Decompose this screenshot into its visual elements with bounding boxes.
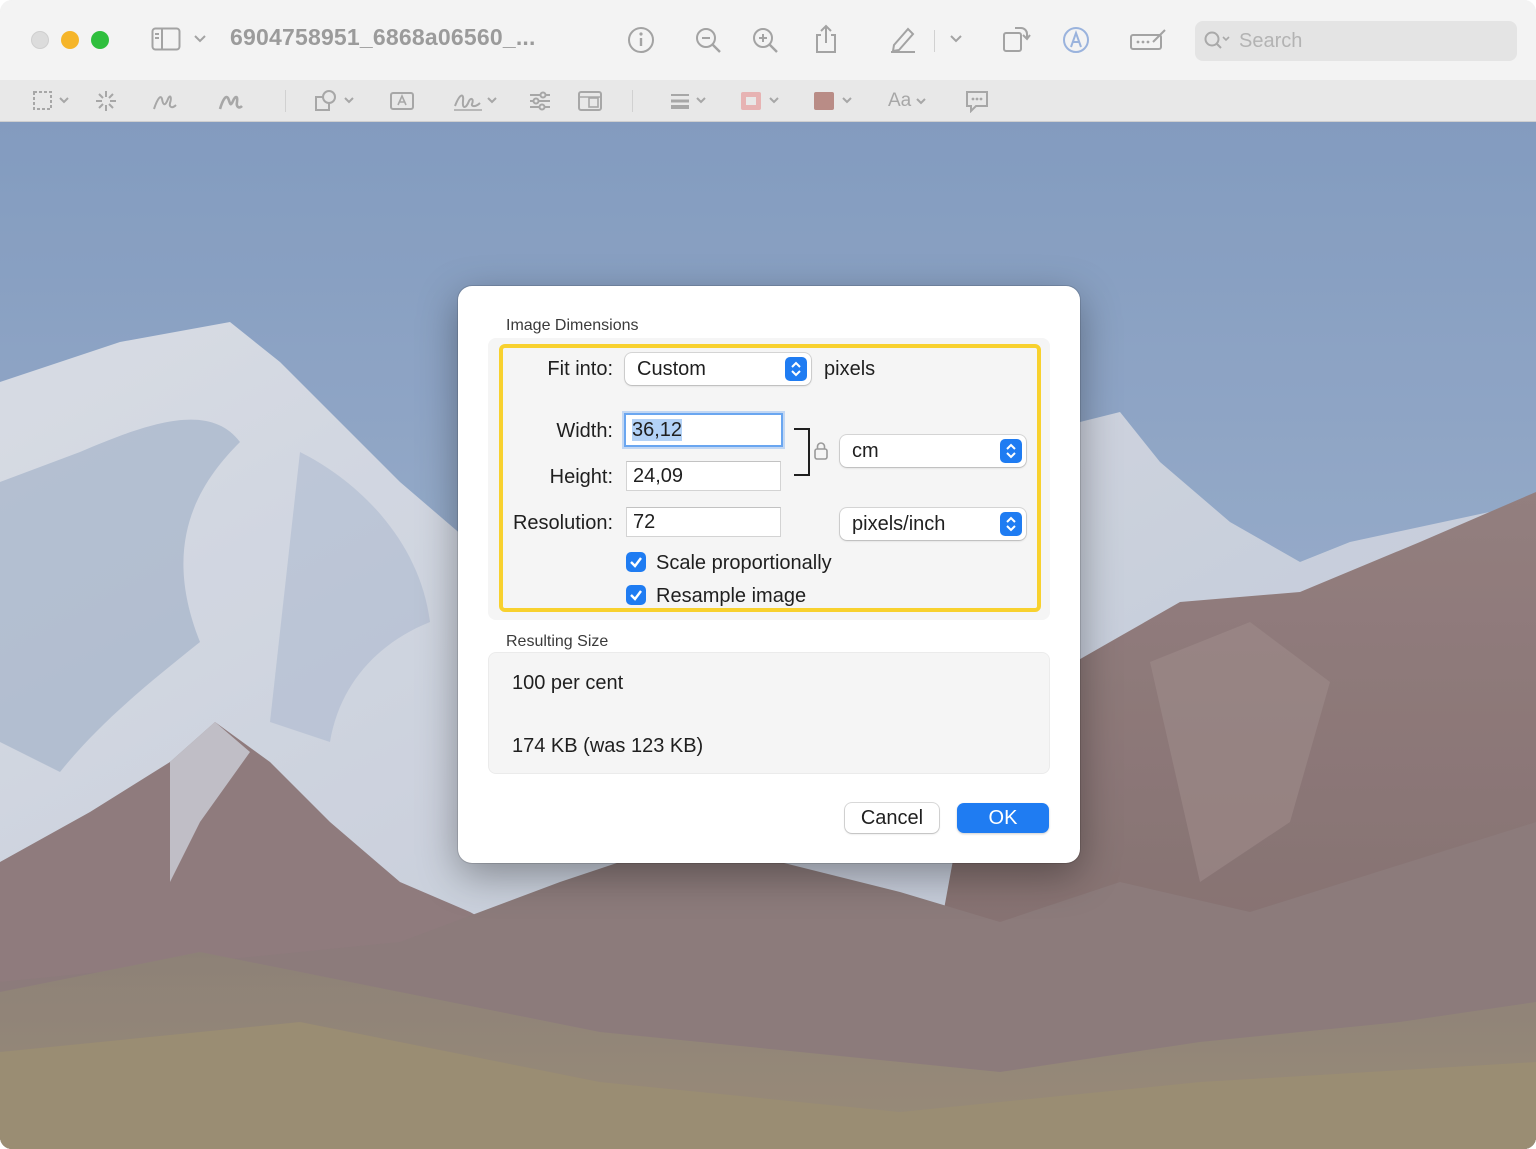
markup-icon[interactable] bbox=[1062, 26, 1090, 54]
close-window-button[interactable] bbox=[31, 31, 49, 49]
annotate-speech-icon[interactable] bbox=[964, 88, 990, 114]
checkmark-icon bbox=[630, 590, 642, 601]
draw-tool-icon[interactable] bbox=[218, 88, 244, 114]
annotate-form-icon[interactable] bbox=[1129, 28, 1167, 52]
checkmark-icon bbox=[630, 557, 642, 568]
scale-proportionally-label[interactable]: Scale proportionally bbox=[656, 552, 832, 575]
width-label: Width: bbox=[556, 420, 613, 442]
share-icon[interactable] bbox=[813, 24, 839, 54]
text-style-label: Aa bbox=[888, 90, 912, 111]
resolution-label: Resolution: bbox=[512, 512, 613, 534]
fit-into-unit-label: pixels bbox=[824, 358, 876, 380]
height-value: 24,09 bbox=[633, 465, 684, 487]
adjust-size-icon[interactable] bbox=[577, 88, 603, 114]
rotate-icon[interactable] bbox=[1001, 24, 1031, 54]
fit-into-popup[interactable]: Custom bbox=[625, 353, 811, 385]
instant-alpha-icon[interactable] bbox=[94, 88, 118, 114]
chevron-down-icon[interactable] bbox=[193, 34, 207, 44]
scale-proportionally-checkbox[interactable] bbox=[626, 552, 646, 572]
sidebar-toggle-icon[interactable] bbox=[151, 27, 181, 51]
title-bar: 6904758951_6868a06560_... bbox=[0, 0, 1536, 80]
info-icon[interactable] bbox=[627, 26, 655, 54]
document-title: 6904758951_6868a06560_... bbox=[230, 24, 536, 50]
width-value: 36,12 bbox=[632, 419, 683, 441]
size-unit-value: cm bbox=[852, 439, 879, 462]
highlight-pen-icon[interactable] bbox=[888, 24, 918, 54]
height-label: Height: bbox=[549, 466, 613, 488]
up-down-chevron-icon bbox=[785, 357, 807, 381]
adjust-color-icon[interactable] bbox=[528, 88, 552, 114]
border-color-icon[interactable] bbox=[739, 88, 785, 114]
up-down-chevron-icon bbox=[1000, 439, 1022, 463]
signature-icon[interactable] bbox=[452, 88, 500, 114]
text-box-icon[interactable] bbox=[389, 88, 415, 114]
search-field[interactable] bbox=[1195, 21, 1517, 61]
resulting-size-box: 100 per cent 174 KB (was 123 KB) bbox=[488, 652, 1050, 774]
resolution-value: 72 bbox=[633, 511, 656, 533]
fit-into-value: Custom bbox=[637, 357, 706, 380]
resample-image-label[interactable]: Resample image bbox=[656, 585, 806, 608]
shapes-icon[interactable] bbox=[314, 88, 358, 114]
image-dimensions-label: Image Dimensions bbox=[506, 317, 639, 334]
resample-image-checkbox[interactable] bbox=[626, 585, 646, 605]
resulting-size-label: Resulting Size bbox=[506, 633, 609, 650]
search-icon bbox=[1203, 30, 1231, 52]
fit-into-label: Fit into: bbox=[547, 358, 613, 380]
text-style-button[interactable]: Aa bbox=[888, 88, 933, 114]
width-input[interactable]: 36,12 bbox=[624, 413, 783, 447]
adjust-size-dialog: Image Dimensions Fit into: Custom pixels… bbox=[458, 286, 1080, 863]
resolution-unit-value: pixels/inch bbox=[852, 512, 946, 535]
up-down-chevron-icon bbox=[1000, 512, 1022, 536]
zoom-in-icon[interactable] bbox=[751, 26, 779, 54]
chevron-down-icon[interactable] bbox=[949, 34, 963, 44]
search-input[interactable] bbox=[1237, 28, 1501, 54]
minimize-window-button[interactable] bbox=[61, 31, 79, 49]
resulting-percent: 100 per cent bbox=[512, 672, 624, 694]
shape-style-icon[interactable] bbox=[669, 88, 711, 114]
chevron-down-icon bbox=[916, 98, 926, 105]
sketch-tool-icon[interactable] bbox=[152, 88, 178, 114]
selection-tool-icon[interactable] bbox=[32, 88, 74, 114]
cancel-button[interactable]: Cancel bbox=[845, 803, 939, 833]
markup-toolbar: Aa bbox=[0, 80, 1536, 122]
ok-button[interactable]: OK bbox=[957, 803, 1049, 833]
resulting-filesize: 174 KB (was 123 KB) bbox=[512, 735, 704, 757]
lock-icon[interactable] bbox=[813, 441, 829, 461]
resolution-input[interactable]: 72 bbox=[626, 507, 781, 537]
zoom-out-icon[interactable] bbox=[694, 26, 722, 54]
height-input[interactable]: 24,09 bbox=[626, 461, 781, 491]
zoom-window-button[interactable] bbox=[91, 31, 109, 49]
resolution-unit-popup[interactable]: pixels/inch bbox=[840, 508, 1026, 540]
size-unit-popup[interactable]: cm bbox=[840, 435, 1026, 467]
fill-color-icon[interactable] bbox=[812, 88, 858, 114]
